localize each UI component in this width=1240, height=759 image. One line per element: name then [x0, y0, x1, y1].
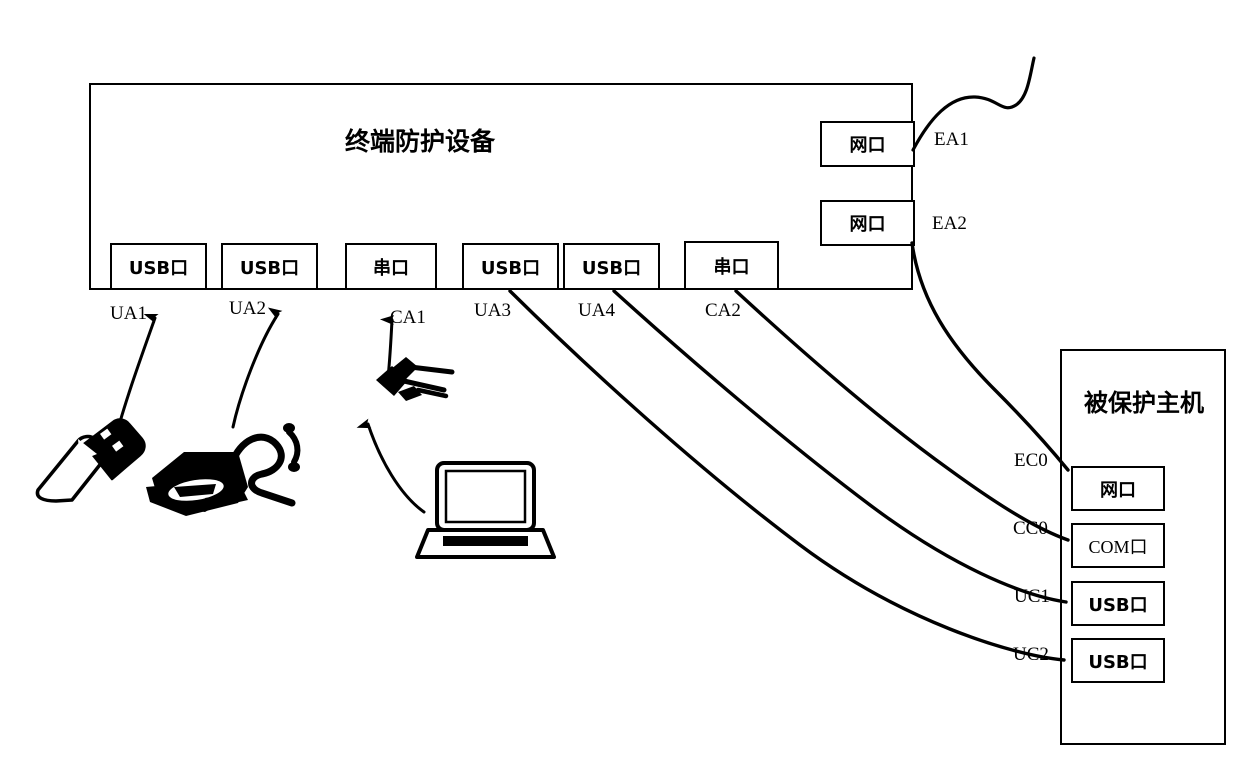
conn-label-ec0: EC0: [1014, 450, 1048, 471]
conn-label-ca2: CA2: [705, 300, 741, 321]
port-usb-ua2[interactable]: USB口: [221, 243, 318, 290]
host-port-usb-uc2[interactable]: USB口: [1071, 638, 1165, 683]
port-serial-ca1[interactable]: 串口: [345, 243, 437, 290]
protected-host-title: 被保护主机: [1084, 389, 1204, 417]
conn-label-ua3: UA3: [474, 300, 511, 321]
port-usb-ua1[interactable]: USB口: [110, 243, 207, 290]
host-port-eth-ec0[interactable]: 网口: [1071, 466, 1165, 511]
host-port-usb-uc1-label: USB口: [1088, 594, 1148, 616]
port-eth-ea2[interactable]: 网口: [820, 200, 915, 246]
external-optical-drive-icon: [146, 423, 301, 516]
host-port-com-cc0-label: COM口: [1088, 536, 1148, 557]
usb-flash-drive-icon: [35, 418, 146, 503]
conn-label-ua4: UA4: [578, 300, 615, 321]
link-ua4-uc1: [612, 289, 1068, 604]
port-usb-ua4-label: USB口: [581, 257, 642, 279]
link-ua3-uc2: [508, 289, 1066, 662]
host-port-usb-uc2-label: USB口: [1088, 651, 1148, 673]
port-usb-ua3-label: USB口: [480, 257, 541, 279]
port-eth-ea2-label: 网口: [849, 214, 886, 235]
host-port-com-cc0[interactable]: COM口: [1071, 523, 1165, 568]
conn-label-uc2: UC2: [1013, 644, 1049, 665]
conn-label-ea2: EA2: [932, 213, 967, 234]
conn-label-uc1: UC1: [1014, 586, 1050, 607]
port-serial-ca1-label: 串口: [373, 257, 409, 279]
host-port-eth-ec0-label: 网口: [1100, 479, 1136, 501]
serial-cable-connector-icon: [376, 357, 455, 401]
main-device-title: 终端防护设备: [345, 127, 496, 156]
link-ea1-network: [911, 56, 1036, 152]
link-ea2-ec0: [910, 241, 1070, 472]
conn-label-ea1: EA1: [934, 129, 969, 150]
port-eth-ea1-label: 网口: [849, 135, 886, 156]
link-ua2-arrow: [231, 307, 283, 429]
link-ca2-cc0: [734, 289, 1070, 542]
port-usb-ua1-label: USB口: [128, 257, 189, 279]
port-serial-ca2[interactable]: 串口: [684, 241, 779, 290]
laptop-icon: [415, 461, 556, 559]
port-eth-ea1[interactable]: 网口: [820, 121, 915, 167]
link-laptop-to-cable: [356, 418, 426, 514]
link-ua1-arrow: [111, 313, 159, 450]
port-usb-ua2-label: USB口: [239, 257, 300, 279]
port-usb-ua4[interactable]: USB口: [563, 243, 660, 290]
diagram-canvas: 终端防护设备 USB口 USB口 串口 USB口 USB口 串口 网口 网口 被…: [0, 0, 1240, 759]
port-usb-ua3[interactable]: USB口: [462, 243, 559, 290]
conn-label-ua1: UA1: [110, 303, 147, 324]
port-serial-ca2-label: 串口: [713, 256, 750, 278]
conn-label-cc0: CC0: [1013, 518, 1048, 539]
conn-label-ca1: CA1: [390, 307, 426, 328]
host-port-usb-uc1[interactable]: USB口: [1071, 581, 1165, 626]
conn-label-ua2: UA2: [229, 298, 266, 319]
